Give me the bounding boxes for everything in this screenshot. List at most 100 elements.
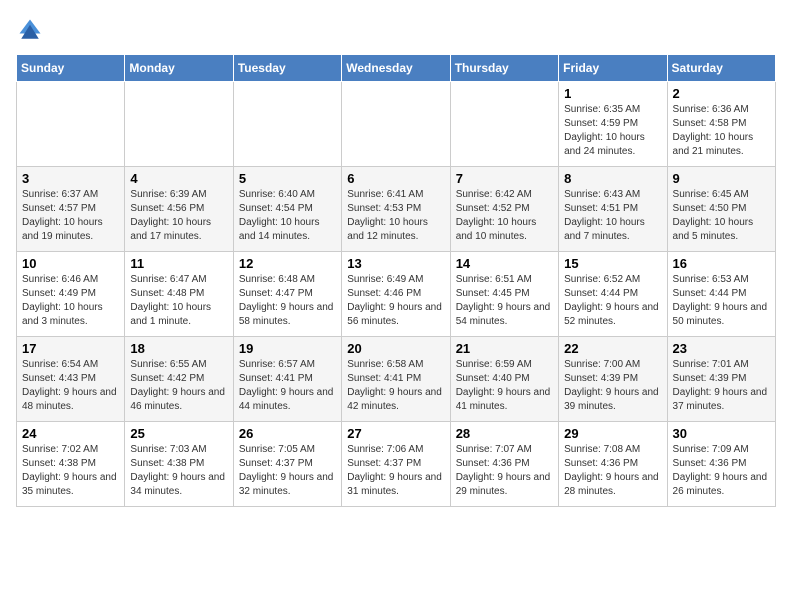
calendar-cell: 27 Sunrise: 7:06 AM Sunset: 4:37 PM Dayli… (342, 422, 450, 507)
calendar-cell: 7 Sunrise: 6:42 AM Sunset: 4:52 PM Daylig… (450, 167, 558, 252)
weekday-header: Saturday (667, 55, 775, 82)
calendar-cell: 11 Sunrise: 6:47 AM Sunset: 4:48 PM Dayli… (125, 252, 233, 337)
calendar-cell: 24Sunrise: 7:02 AM Sunset: 4:38 PM Dayli… (17, 422, 125, 507)
day-number: 10 (22, 256, 119, 271)
day-number: 7 (456, 171, 553, 186)
day-info: Sunrise: 7:07 AM Sunset: 4:36 PM Dayligh… (456, 443, 553, 499)
calendar-week-row: 24Sunrise: 7:02 AM Sunset: 4:38 PM Dayli… (17, 422, 776, 507)
day-number: 8 (564, 171, 661, 186)
weekday-header: Sunday (17, 55, 125, 82)
day-info: Sunrise: 7:00 AM Sunset: 4:39 PM Dayligh… (564, 358, 661, 414)
calendar-cell: 5Sunrise: 6:40 AM Sunset: 4:54 PM Daylig… (233, 167, 341, 252)
day-number: 4 (130, 171, 227, 186)
calendar-cell: 13 Sunrise: 6:49 AM Sunset: 4:46 PM Dayli… (342, 252, 450, 337)
day-info: Sunrise: 6:55 AM Sunset: 4:42 PM Dayligh… (130, 358, 227, 414)
day-number: 21 (456, 341, 553, 356)
day-info: Sunrise: 6:49 AM Sunset: 4:46 PM Dayligh… (347, 273, 444, 329)
day-number: 2 (673, 86, 770, 101)
logo (16, 16, 48, 44)
day-number: 23 (673, 341, 770, 356)
calendar-cell: 30Sunrise: 7:09 AM Sunset: 4:36 PM Dayli… (667, 422, 775, 507)
calendar-cell: 18 Sunrise: 6:55 AM Sunset: 4:42 PM Dayli… (125, 337, 233, 422)
day-number: 12 (239, 256, 336, 271)
day-info: Sunrise: 6:47 AM Sunset: 4:48 PM Dayligh… (130, 273, 227, 329)
calendar-cell: 19Sunrise: 6:57 AM Sunset: 4:41 PM Dayli… (233, 337, 341, 422)
day-number: 20 (347, 341, 444, 356)
day-number: 13 (347, 256, 444, 271)
day-info: Sunrise: 6:58 AM Sunset: 4:41 PM Dayligh… (347, 358, 444, 414)
day-number: 14 (456, 256, 553, 271)
day-info: Sunrise: 6:36 AM Sunset: 4:58 PM Dayligh… (673, 103, 770, 159)
day-number: 3 (22, 171, 119, 186)
day-info: Sunrise: 6:45 AM Sunset: 4:50 PM Dayligh… (673, 188, 770, 244)
calendar-cell: 1 Sunrise: 6:35 AM Sunset: 4:59 PM Daylig… (559, 82, 667, 167)
calendar-cell (450, 82, 558, 167)
day-number: 9 (673, 171, 770, 186)
calendar-cell: 28 Sunrise: 7:07 AM Sunset: 4:36 PM Dayli… (450, 422, 558, 507)
calendar-cell: 4 Sunrise: 6:39 AM Sunset: 4:56 PM Daylig… (125, 167, 233, 252)
day-info: Sunrise: 7:06 AM Sunset: 4:37 PM Dayligh… (347, 443, 444, 499)
day-info: Sunrise: 6:57 AM Sunset: 4:41 PM Dayligh… (239, 358, 336, 414)
day-info: Sunrise: 6:41 AM Sunset: 4:53 PM Dayligh… (347, 188, 444, 244)
calendar-cell: 22 Sunrise: 7:00 AM Sunset: 4:39 PM Dayli… (559, 337, 667, 422)
weekday-header: Wednesday (342, 55, 450, 82)
day-info: Sunrise: 6:51 AM Sunset: 4:45 PM Dayligh… (456, 273, 553, 329)
day-info: Sunrise: 6:37 AM Sunset: 4:57 PM Dayligh… (22, 188, 119, 244)
day-number: 22 (564, 341, 661, 356)
calendar-week-row: 10 Sunrise: 6:46 AM Sunset: 4:49 PM Dayli… (17, 252, 776, 337)
day-number: 11 (130, 256, 227, 271)
calendar-cell (342, 82, 450, 167)
day-number: 17 (22, 341, 119, 356)
day-info: Sunrise: 6:42 AM Sunset: 4:52 PM Dayligh… (456, 188, 553, 244)
calendar-cell: 25 Sunrise: 7:03 AM Sunset: 4:38 PM Dayli… (125, 422, 233, 507)
day-info: Sunrise: 6:39 AM Sunset: 4:56 PM Dayligh… (130, 188, 227, 244)
day-info: Sunrise: 7:01 AM Sunset: 4:39 PM Dayligh… (673, 358, 770, 414)
calendar-table: SundayMondayTuesdayWednesdayThursdayFrid… (16, 54, 776, 507)
day-info: Sunrise: 6:54 AM Sunset: 4:43 PM Dayligh… (22, 358, 119, 414)
calendar-cell (17, 82, 125, 167)
day-info: Sunrise: 6:35 AM Sunset: 4:59 PM Dayligh… (564, 103, 661, 159)
day-info: Sunrise: 6:59 AM Sunset: 4:40 PM Dayligh… (456, 358, 553, 414)
calendar-cell: 2 Sunrise: 6:36 AM Sunset: 4:58 PM Daylig… (667, 82, 775, 167)
calendar-cell: 14 Sunrise: 6:51 AM Sunset: 4:45 PM Dayli… (450, 252, 558, 337)
day-number: 25 (130, 426, 227, 441)
weekday-header: Tuesday (233, 55, 341, 82)
calendar-cell (233, 82, 341, 167)
calendar-cell: 10 Sunrise: 6:46 AM Sunset: 4:49 PM Dayli… (17, 252, 125, 337)
calendar-header: SundayMondayTuesdayWednesdayThursdayFrid… (17, 55, 776, 82)
calendar-week-row: 1 Sunrise: 6:35 AM Sunset: 4:59 PM Daylig… (17, 82, 776, 167)
calendar-cell: 29 Sunrise: 7:08 AM Sunset: 4:36 PM Dayli… (559, 422, 667, 507)
day-number: 6 (347, 171, 444, 186)
calendar-cell (125, 82, 233, 167)
calendar-cell: 21 Sunrise: 6:59 AM Sunset: 4:40 PM Dayli… (450, 337, 558, 422)
day-number: 28 (456, 426, 553, 441)
calendar-cell: 12 Sunrise: 6:48 AM Sunset: 4:47 PM Dayli… (233, 252, 341, 337)
day-info: Sunrise: 6:43 AM Sunset: 4:51 PM Dayligh… (564, 188, 661, 244)
calendar-cell: 8 Sunrise: 6:43 AM Sunset: 4:51 PM Daylig… (559, 167, 667, 252)
day-info: Sunrise: 6:40 AM Sunset: 4:54 PM Dayligh… (239, 188, 336, 244)
calendar-cell: 26 Sunrise: 7:05 AM Sunset: 4:37 PM Dayli… (233, 422, 341, 507)
day-info: Sunrise: 7:03 AM Sunset: 4:38 PM Dayligh… (130, 443, 227, 499)
weekday-header: Thursday (450, 55, 558, 82)
page-header (16, 16, 776, 44)
day-number: 18 (130, 341, 227, 356)
day-number: 1 (564, 86, 661, 101)
day-number: 29 (564, 426, 661, 441)
calendar-cell: 3 Sunrise: 6:37 AM Sunset: 4:57 PM Daylig… (17, 167, 125, 252)
calendar-cell: 6 Sunrise: 6:41 AM Sunset: 4:53 PM Daylig… (342, 167, 450, 252)
day-number: 27 (347, 426, 444, 441)
weekday-header: Monday (125, 55, 233, 82)
day-info: Sunrise: 7:02 AM Sunset: 4:38 PM Dayligh… (22, 443, 119, 499)
logo-icon (16, 16, 44, 44)
day-number: 26 (239, 426, 336, 441)
calendar-cell: 9 Sunrise: 6:45 AM Sunset: 4:50 PM Daylig… (667, 167, 775, 252)
day-info: Sunrise: 6:46 AM Sunset: 4:49 PM Dayligh… (22, 273, 119, 329)
calendar-cell: 16 Sunrise: 6:53 AM Sunset: 4:44 PM Dayli… (667, 252, 775, 337)
day-info: Sunrise: 6:48 AM Sunset: 4:47 PM Dayligh… (239, 273, 336, 329)
day-info: Sunrise: 7:08 AM Sunset: 4:36 PM Dayligh… (564, 443, 661, 499)
day-info: Sunrise: 7:09 AM Sunset: 4:36 PM Dayligh… (673, 443, 770, 499)
day-number: 16 (673, 256, 770, 271)
day-info: Sunrise: 6:53 AM Sunset: 4:44 PM Dayligh… (673, 273, 770, 329)
day-info: Sunrise: 7:05 AM Sunset: 4:37 PM Dayligh… (239, 443, 336, 499)
weekday-header: Friday (559, 55, 667, 82)
